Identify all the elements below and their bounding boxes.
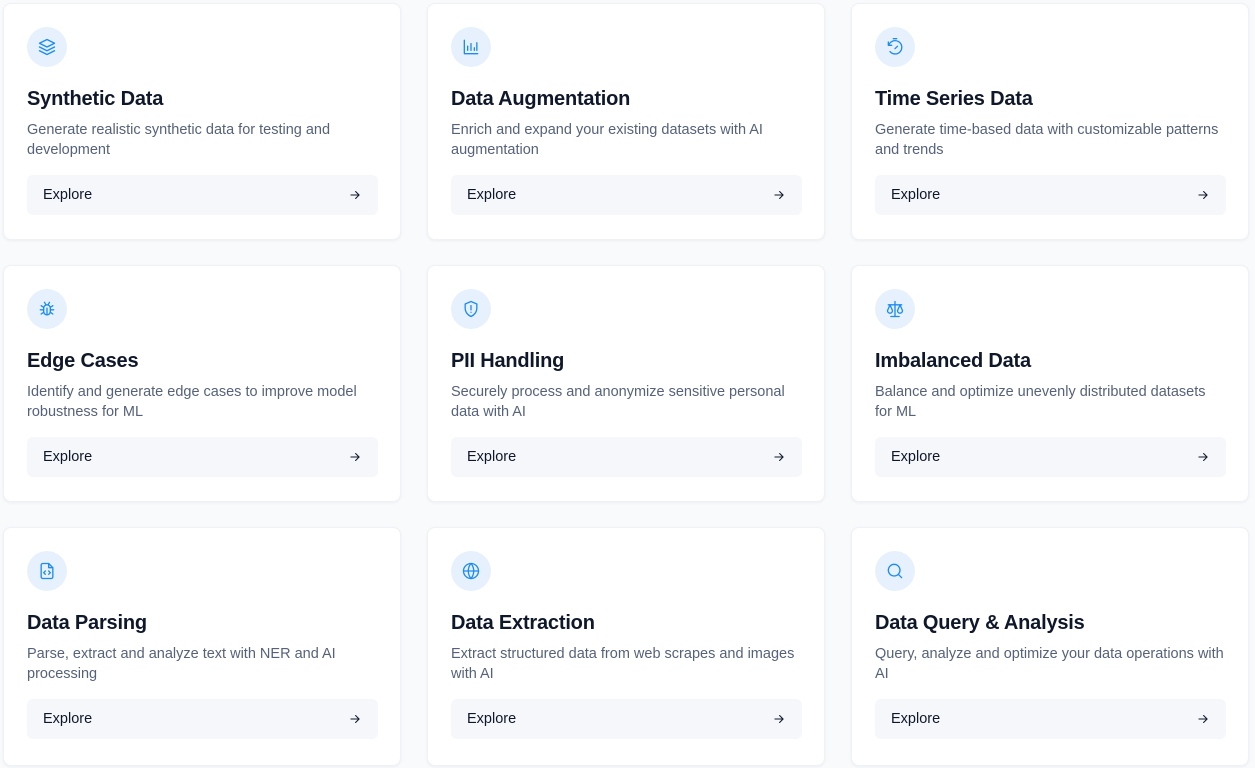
scale-icon (875, 289, 915, 329)
explore-button[interactable]: Explore (875, 437, 1226, 477)
explore-button[interactable]: Explore (27, 175, 378, 215)
arrow-right-icon (772, 712, 786, 726)
arrow-right-icon (1196, 712, 1210, 726)
timer-reset-icon (875, 27, 915, 67)
card-data-augmentation: Data Augmentation Enrich and expand your… (427, 3, 825, 240)
explore-label: Explore (43, 449, 93, 465)
explore-button[interactable]: Explore (27, 437, 378, 477)
card-title: Data Augmentation (451, 88, 631, 110)
card-pii-handling: PII Handling Securely process and anonym… (427, 265, 825, 502)
explore-label: Explore (891, 187, 941, 203)
card-description: Extract structured data from web scrapes… (451, 646, 795, 682)
explore-label: Explore (467, 449, 517, 465)
explore-label: Explore (891, 449, 941, 465)
card-title: Data Query & Analysis (875, 612, 1085, 634)
arrow-right-icon (772, 450, 786, 464)
card-title: Data Parsing (27, 612, 147, 634)
bar-chart-icon (451, 27, 491, 67)
layers-icon (27, 27, 67, 67)
card-description: Balance and optimize unevenly distribute… (875, 384, 1206, 420)
card-synthetic-data: Synthetic Data Generate realistic synthe… (3, 3, 401, 240)
card-data-parsing: Data Parsing Parse, extract and analyze … (3, 527, 401, 766)
globe-icon (451, 551, 491, 591)
explore-button[interactable]: Explore (451, 699, 802, 739)
card-description: Securely process and anonymize sensitive… (451, 384, 785, 420)
bug-icon (27, 289, 67, 329)
arrow-right-icon (348, 712, 362, 726)
card-title: Synthetic Data (27, 88, 164, 110)
explore-button[interactable]: Explore (451, 437, 802, 477)
card-title: Edge Cases (27, 350, 139, 372)
arrow-right-icon (772, 188, 786, 202)
card-description: Parse, extract and analyze text with NER… (27, 646, 336, 682)
card-data-extraction: Data Extraction Extract structured data … (427, 527, 825, 766)
explore-label: Explore (467, 711, 517, 727)
search-icon (875, 551, 915, 591)
solutions-grid: Synthetic Data Generate realistic synthe… (0, 0, 1255, 768)
card-description: Enrich and expand your existing datasets… (451, 122, 763, 158)
card-description: Identify and generate edge cases to impr… (27, 384, 357, 420)
card-title: PII Handling (451, 350, 565, 372)
explore-button[interactable]: Explore (875, 699, 1226, 739)
arrow-right-icon (1196, 188, 1210, 202)
card-title: Data Extraction (451, 612, 595, 634)
card-description: Query, analyze and optimize your data op… (875, 646, 1224, 682)
explore-button[interactable]: Explore (451, 175, 802, 215)
card-description: Generate realistic synthetic data for te… (27, 122, 331, 158)
arrow-right-icon (1196, 450, 1210, 464)
file-code-icon (27, 551, 67, 591)
explore-button[interactable]: Explore (875, 175, 1226, 215)
card-data-query-analysis: Data Query & Analysis Query, analyze and… (851, 527, 1249, 766)
card-title: Imbalanced Data (875, 350, 1031, 372)
card-description: Generate time-based data with customizab… (875, 122, 1219, 158)
arrow-right-icon (348, 188, 362, 202)
explore-button[interactable]: Explore (27, 699, 378, 739)
arrow-right-icon (348, 450, 362, 464)
explore-label: Explore (43, 187, 93, 203)
shield-alert-icon (451, 289, 491, 329)
card-imbalanced-data: Imbalanced Data Balance and optimize une… (851, 265, 1249, 502)
card-edge-cases: Edge Cases Identify and generate edge ca… (3, 265, 401, 502)
explore-label: Explore (467, 187, 517, 203)
explore-label: Explore (43, 711, 93, 727)
card-title: Time Series Data (875, 88, 1033, 110)
card-time-series-data: Time Series Data Generate time-based dat… (851, 3, 1249, 240)
explore-label: Explore (891, 711, 941, 727)
